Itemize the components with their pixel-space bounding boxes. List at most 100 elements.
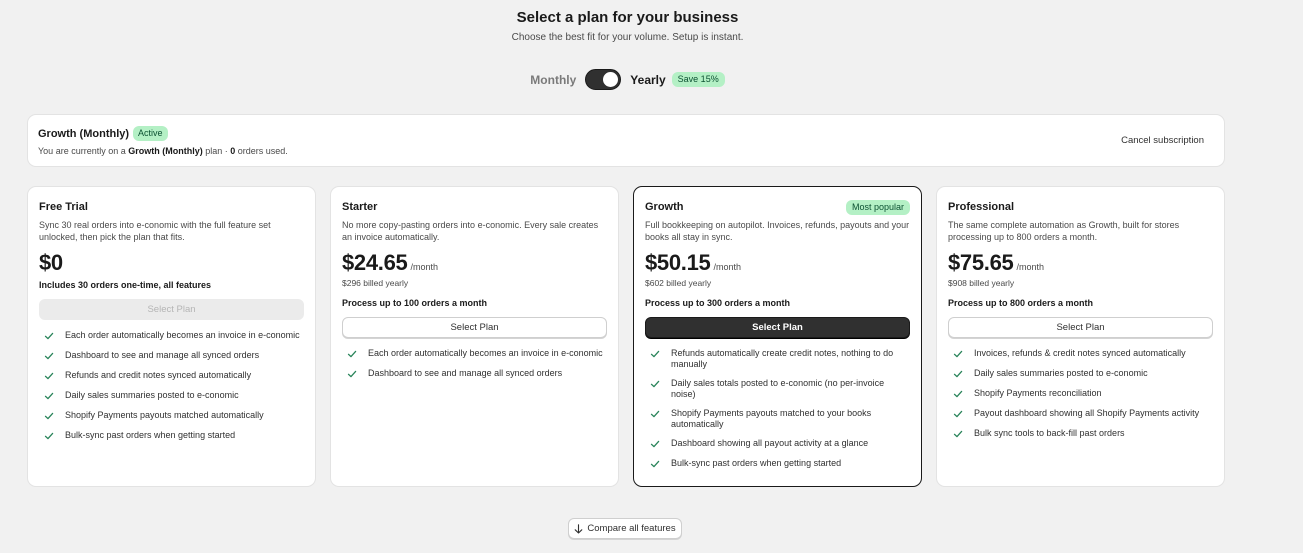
feature-text: Dashboard showing all payout activity at… bbox=[671, 438, 869, 448]
feature-item: Dashboard to see and manage all synced o… bbox=[342, 368, 607, 380]
feature-text: Invoices, refunds & credit notes synced … bbox=[974, 348, 1186, 358]
plan-description: Full bookkeeping on autopilot. Invoices,… bbox=[645, 220, 910, 242]
plan-description: Sync 30 real orders into e-conomic with … bbox=[39, 220, 271, 242]
plan-card-free-trial: Free Trial Sync 30 real orders into e-co… bbox=[27, 186, 316, 487]
select-plan-button[interactable]: Select Plan bbox=[342, 317, 607, 338]
feature-text: Bulk-sync past orders when getting start… bbox=[671, 458, 842, 468]
cancel-subscription-link[interactable]: Cancel subscription bbox=[1121, 135, 1204, 146]
check-icon bbox=[44, 332, 54, 340]
billing-switch[interactable] bbox=[585, 69, 622, 90]
current-plan-description: You are currently on a Growth (Monthly) … bbox=[38, 146, 288, 156]
feature-text: Daily sales summaries posted to e-conomi… bbox=[65, 390, 239, 400]
feature-text: Daily sales summaries posted to e-conomi… bbox=[974, 368, 1148, 378]
status-badge: Active bbox=[133, 126, 168, 141]
plan-price: $50.15 bbox=[645, 250, 711, 275]
desc-suffix: orders used. bbox=[235, 146, 288, 156]
check-icon bbox=[44, 432, 54, 440]
feature-item: Payout dashboard showing all Shopify Pay… bbox=[948, 408, 1213, 420]
feature-list: Each order automatically becomes an invo… bbox=[39, 330, 304, 442]
check-icon bbox=[650, 410, 660, 418]
price-row: $50.15 /month bbox=[645, 250, 910, 276]
feature-item: Refunds automatically create credit note… bbox=[645, 348, 910, 370]
check-icon bbox=[650, 460, 660, 468]
switch-knob bbox=[603, 72, 619, 87]
compare-features-button[interactable]: Compare all features bbox=[568, 518, 682, 539]
feature-text: Shopify Payments reconciliation bbox=[974, 388, 1102, 398]
check-icon bbox=[953, 410, 963, 418]
feature-text: Each order automatically becomes an invo… bbox=[65, 330, 300, 340]
feature-text: Shopify Payments payouts matched automat… bbox=[65, 410, 264, 420]
check-icon bbox=[44, 352, 54, 360]
plan-name: Starter bbox=[342, 201, 378, 213]
feature-item: Daily sales summaries posted to e-conomi… bbox=[948, 368, 1213, 380]
plan-name: Professional bbox=[948, 201, 1015, 213]
plan-name: Growth bbox=[645, 201, 684, 213]
billed-yearly: $908 billed yearly bbox=[948, 278, 1015, 288]
check-icon bbox=[44, 412, 54, 420]
plan-card-growth: Growth Most popular Full bookkeeping on … bbox=[633, 186, 922, 487]
plan-limit: Process up to 300 orders a month bbox=[645, 298, 791, 308]
current-plan-title: Growth (Monthly) bbox=[38, 127, 130, 140]
price-period: /month bbox=[713, 262, 742, 272]
price-period: /month bbox=[1016, 262, 1045, 272]
feature-text: Dashboard to see and manage all synced o… bbox=[65, 350, 260, 360]
feature-text: Each order automatically becomes an invo… bbox=[368, 348, 603, 358]
feature-item: Invoices, refunds & credit notes synced … bbox=[948, 348, 1213, 360]
plan-card-starter: Starter No more copy-pasting orders into… bbox=[330, 186, 619, 487]
feature-item: Bulk-sync past orders when getting start… bbox=[39, 430, 304, 442]
feature-item: Bulk sync tools to back-fill past orders bbox=[948, 428, 1213, 440]
select-plan-button[interactable]: Select Plan bbox=[948, 317, 1213, 338]
compare-features-label: Compare all features bbox=[587, 523, 676, 534]
feature-text: Refunds and credit notes synced automati… bbox=[65, 370, 252, 380]
feature-item: Daily sales totals posted to e-conomic (… bbox=[645, 378, 910, 400]
check-icon bbox=[953, 370, 963, 378]
check-icon bbox=[44, 392, 54, 400]
check-icon bbox=[953, 390, 963, 398]
plan-description: The same complete automation as Growth, … bbox=[948, 220, 1180, 242]
price-period: /month bbox=[410, 262, 439, 272]
page-subtitle: Choose the best fit for your volume. Set… bbox=[511, 32, 744, 43]
feature-text: Bulk-sync past orders when getting start… bbox=[65, 430, 236, 440]
feature-text: Bulk sync tools to back-fill past orders bbox=[974, 428, 1125, 438]
feature-text: Shopify Payments payouts matched to your… bbox=[671, 408, 872, 429]
feature-item: Dashboard to see and manage all synced o… bbox=[39, 350, 304, 362]
plan-limit: Includes 30 orders one-time, all feature… bbox=[39, 280, 212, 290]
check-icon bbox=[650, 440, 660, 448]
feature-text: Payout dashboard showing all Shopify Pay… bbox=[974, 408, 1200, 418]
feature-item: Bulk-sync past orders when getting start… bbox=[645, 458, 910, 470]
current-plan-title-row: Growth (Monthly) Active bbox=[38, 126, 168, 141]
check-icon bbox=[347, 350, 357, 358]
price-row: $0 bbox=[39, 250, 304, 276]
feature-list: Each order automatically becomes an invo… bbox=[342, 348, 607, 380]
feature-list: Invoices, refunds & credit notes synced … bbox=[948, 348, 1213, 440]
page-header: Select a plan for your business Choose t… bbox=[0, 9, 1255, 44]
billing-toggle: Monthly Yearly Save 15% bbox=[0, 69, 1255, 90]
current-plan-banner: Growth (Monthly) Active You are currentl… bbox=[27, 114, 1225, 167]
save-badge: Save 15% bbox=[671, 72, 725, 87]
feature-text: Refunds automatically create credit note… bbox=[671, 348, 894, 369]
desc-plan: Growth (Monthly) bbox=[128, 146, 203, 156]
price-row: $75.65 /month bbox=[948, 250, 1213, 276]
feature-item: Each order automatically becomes an invo… bbox=[39, 330, 304, 342]
feature-text: Dashboard to see and manage all synced o… bbox=[368, 368, 563, 378]
plan-limit: Process up to 800 orders a month bbox=[948, 298, 1094, 308]
page-title: Select a plan for your business bbox=[516, 9, 739, 26]
billed-yearly: $296 billed yearly bbox=[342, 278, 409, 288]
monthly-label[interactable]: Monthly bbox=[530, 73, 576, 87]
plan-price: $75.65 bbox=[948, 250, 1014, 275]
plan-name: Free Trial bbox=[39, 201, 88, 213]
feature-list: Refunds automatically create credit note… bbox=[645, 348, 910, 470]
select-plan-button[interactable]: Select Plan bbox=[645, 317, 910, 338]
desc-mid: plan · bbox=[202, 146, 231, 156]
check-icon bbox=[650, 350, 660, 358]
select-plan-button[interactable]: Select Plan bbox=[39, 299, 304, 320]
feature-item: Each order automatically becomes an invo… bbox=[342, 348, 607, 360]
check-icon bbox=[347, 370, 357, 378]
billed-yearly: $602 billed yearly bbox=[645, 278, 712, 288]
plan-price: $0 bbox=[39, 250, 63, 275]
check-icon bbox=[953, 350, 963, 358]
yearly-label[interactable]: Yearly bbox=[630, 73, 665, 87]
plan-limit: Process up to 100 orders a month bbox=[342, 298, 488, 308]
feature-item: Dashboard showing all payout activity at… bbox=[645, 438, 910, 450]
plan-description: No more copy-pasting orders into e-conom… bbox=[342, 220, 599, 242]
